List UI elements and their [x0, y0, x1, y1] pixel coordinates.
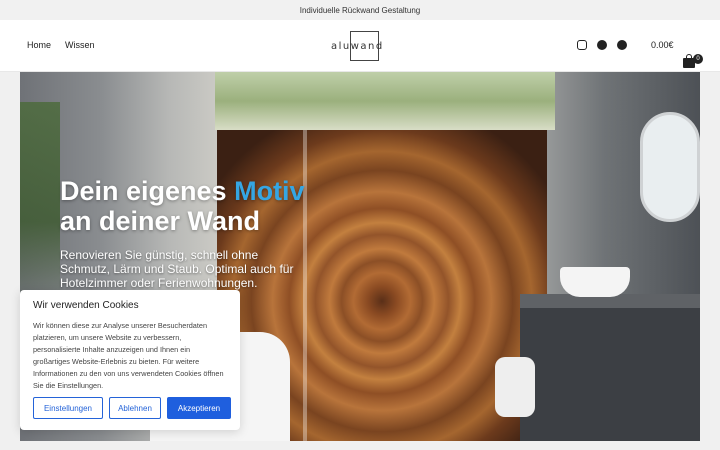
social-links [577, 40, 627, 50]
toilet [495, 357, 535, 417]
logo-text: aluwand [331, 40, 384, 52]
cookie-banner: Wir verwenden Cookies Wir können diese z… [20, 290, 240, 430]
site-header: Home Wissen aluwand 0.00€ 0 [0, 20, 720, 72]
vanity-cabinet [520, 308, 700, 441]
sink [560, 267, 630, 297]
main-nav: Home Wissen [27, 40, 95, 50]
nav-wissen[interactable]: Wissen [65, 40, 95, 50]
hero-title-prefix: Dein eigenes [60, 176, 235, 206]
logo[interactable]: aluwand [331, 31, 384, 61]
cookie-title: Wir verwenden Cookies [33, 300, 139, 311]
plant-decoration [20, 102, 60, 302]
announcement-bar: Individuelle Rückwand Gestaltung [0, 0, 720, 20]
facebook-icon[interactable] [597, 40, 607, 50]
announcement-text: Individuelle Rückwand Gestaltung [299, 5, 421, 15]
hero-subtitle: Renovieren Sie günstig, schnell ohne Sch… [60, 248, 294, 290]
hero-title-accent: Motiv [234, 176, 305, 206]
cookie-decline-button[interactable]: Ablehnen [109, 397, 161, 419]
instagram-icon[interactable] [577, 40, 587, 50]
cart-count-badge: 0 [693, 54, 703, 64]
cookie-accept-button[interactable]: Akzeptieren [167, 397, 231, 419]
cart-total[interactable]: 0.00€ [651, 40, 674, 50]
cookie-buttons: Einstellungen Ablehnen Akzeptieren [33, 397, 231, 419]
hero-title-line2: an deiner Wand [60, 206, 261, 236]
window-view [215, 72, 555, 130]
mirror [640, 112, 700, 222]
hero-title: Dein eigenes Motiv an deiner Wand [60, 176, 305, 236]
cookie-text: Wir können diese zur Analyse unserer Bes… [33, 321, 224, 390]
pinterest-icon[interactable] [617, 40, 627, 50]
cookie-settings-button[interactable]: Einstellungen [33, 397, 103, 419]
nav-home[interactable]: Home [27, 40, 51, 50]
